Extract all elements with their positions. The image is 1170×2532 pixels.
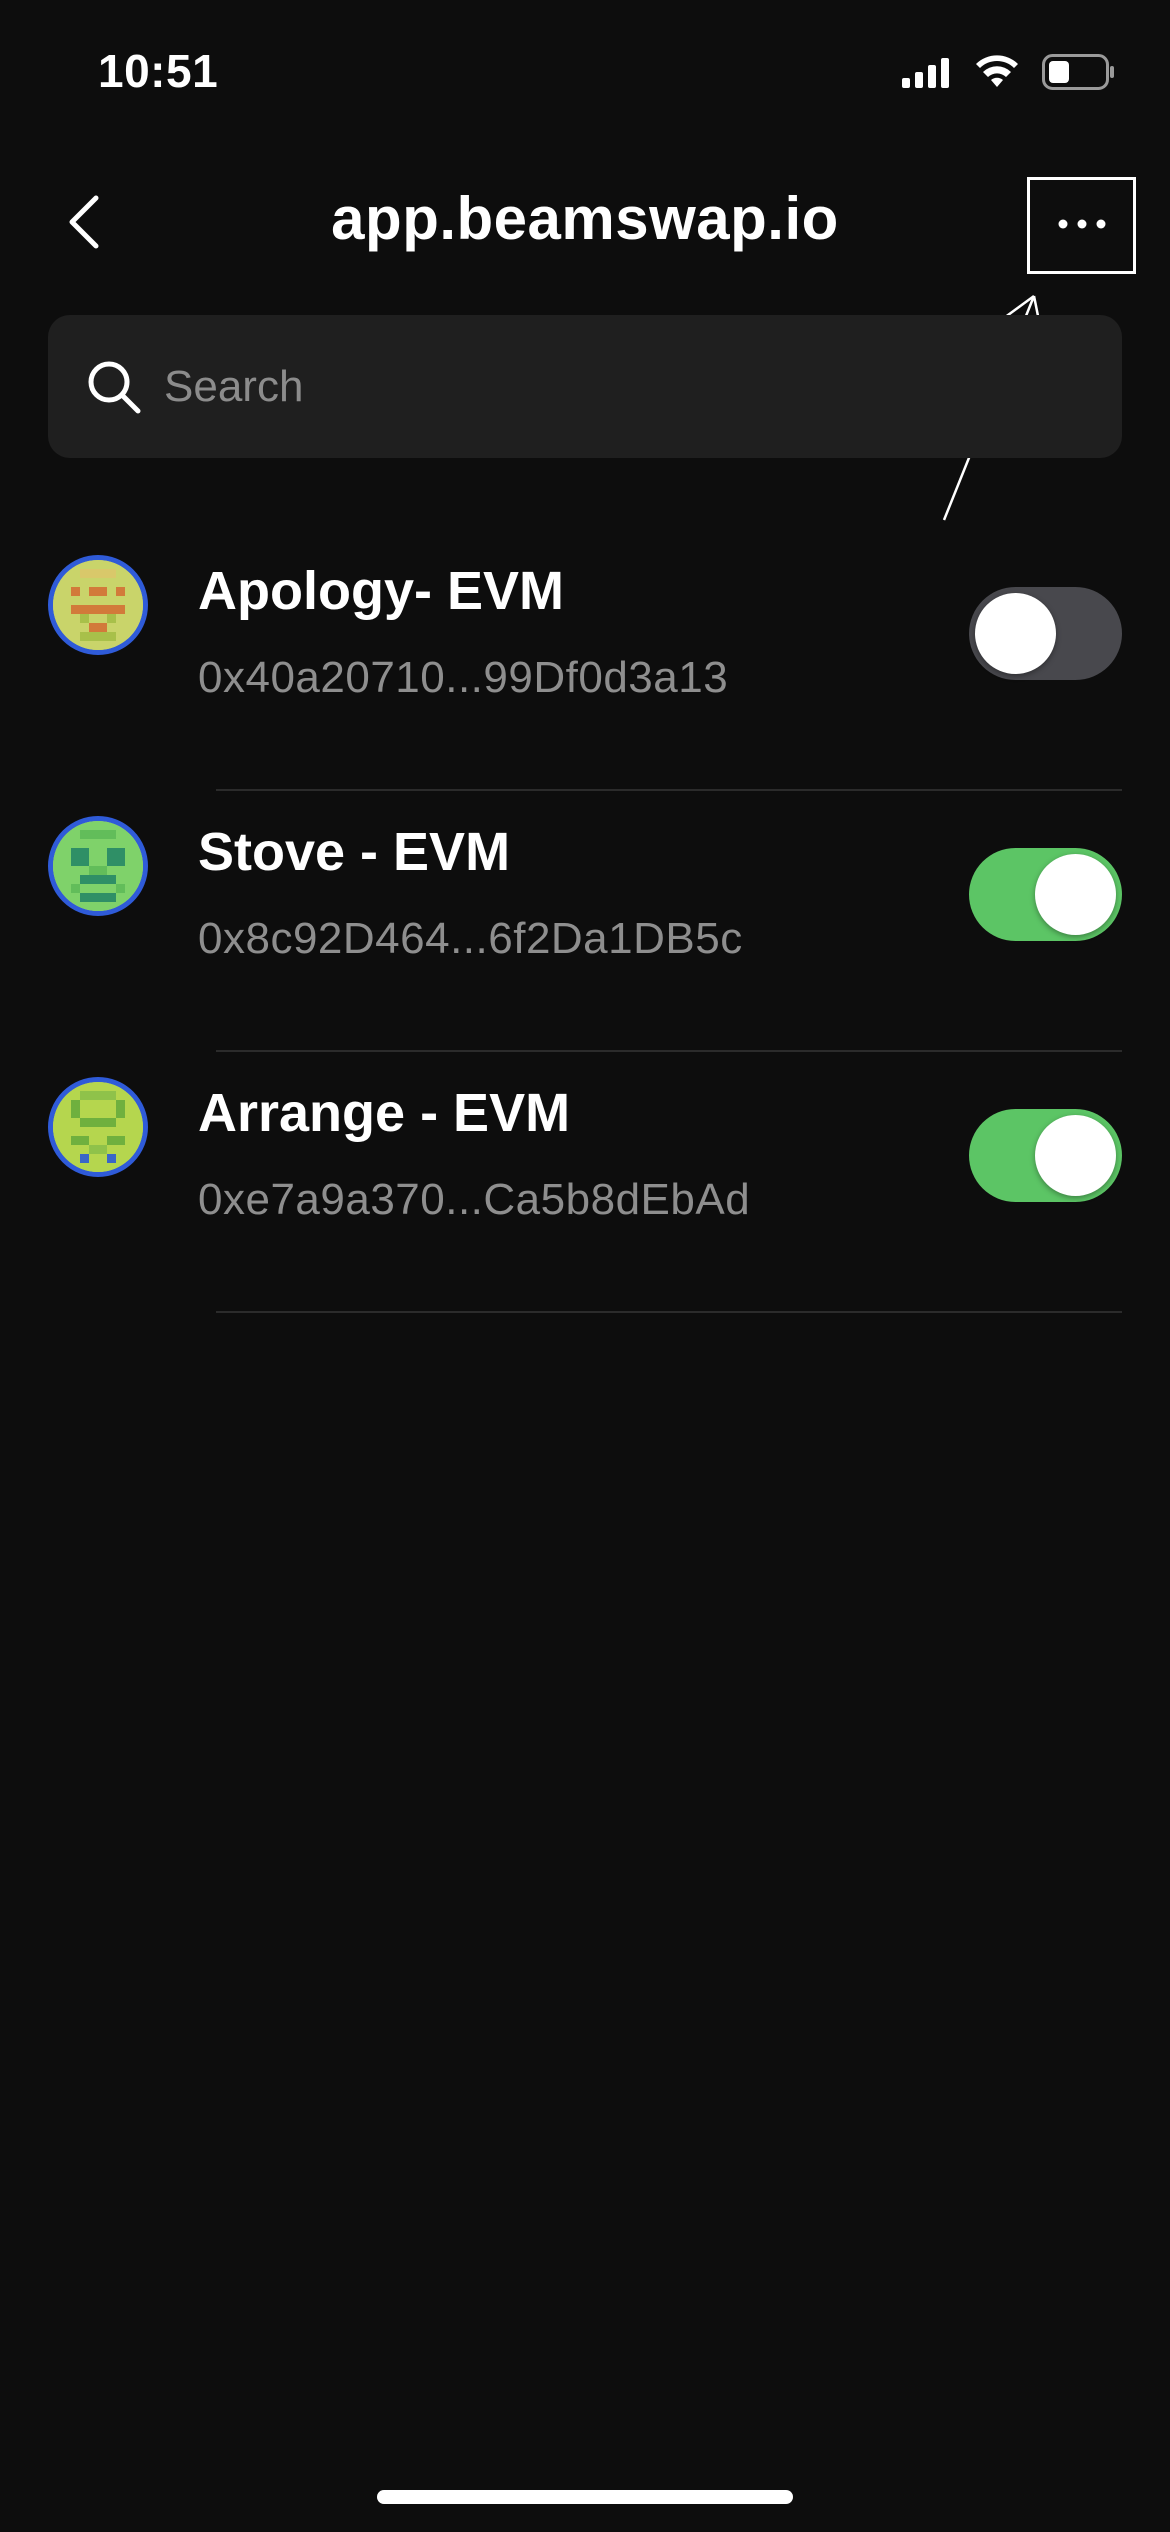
account-address: 0x8c92D464...6f2Da1DB5c [198,914,743,963]
avatar [48,1077,148,1177]
account-toggle[interactable] [969,587,1122,680]
account-row: Stove - EVM 0x8c92D464...6f2Da1DB5c [0,791,1170,1052]
search-bar[interactable] [48,315,1122,458]
ellipsis-icon [1057,217,1107,235]
search-icon [86,359,142,415]
account-name: Stove - EVM [198,822,511,882]
account-name: Arrange - EVM [198,1083,571,1143]
account-list: Apology- EVM 0x40a20710...99Df0d3a13 Sto… [0,530,1170,1313]
toggle-knob [1035,854,1116,935]
avatar [48,816,148,916]
account-row: Arrange - EVM 0xe7a9a370...Ca5b8dEbAd [0,1052,1170,1313]
toggle-knob [975,593,1056,674]
account-address: 0x40a20710...99Df0d3a13 [198,653,729,702]
status-time: 10:51 [98,45,219,97]
more-options-button[interactable] [1027,177,1136,274]
divider [216,1311,1122,1313]
status-icons [902,54,1116,95]
wifi-icon [974,55,1020,94]
account-address: 0xe7a9a370...Ca5b8dEbAd [198,1175,751,1224]
home-indicator[interactable] [377,2490,793,2504]
search-input[interactable] [162,360,1066,413]
account-toggle[interactable] [969,1109,1122,1202]
account-row: Apology- EVM 0x40a20710...99Df0d3a13 [0,530,1170,791]
account-name: Apology- EVM [198,561,564,621]
account-toggle[interactable] [969,848,1122,941]
page-title: app.beamswap.io [331,185,839,252]
battery-icon [1042,54,1116,95]
toggle-knob [1035,1115,1116,1196]
cellular-signal-icon [902,56,952,93]
avatar [48,555,148,655]
